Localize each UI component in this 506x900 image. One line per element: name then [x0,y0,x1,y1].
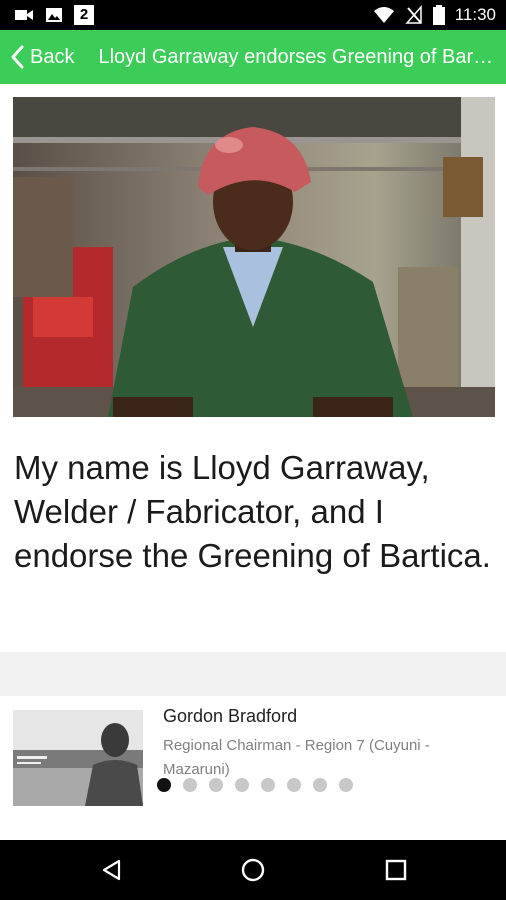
no-signal-icon [405,5,422,24]
back-button[interactable]: Back [0,30,98,84]
back-label: Back [30,45,75,68]
page-title: Lloyd Garraway endorses Greening of Bart… [98,45,505,68]
pagination-dot[interactable] [287,778,301,792]
status-right: 11:30 [373,5,496,25]
endorser-thumbnail[interactable] [13,710,143,806]
pagination-dot[interactable] [235,778,249,792]
recents-square-icon [385,859,407,881]
carousel-pagination [157,778,353,792]
section-divider [0,652,506,696]
endorsement-quote: My name is Lloyd Garraway, Welder / Fabr… [14,449,491,574]
pagination-dot[interactable] [339,778,353,792]
nav-recents-button[interactable] [376,850,416,890]
status-left: 2 [14,5,94,25]
pagination-dot[interactable] [313,778,327,792]
endorser-carousel[interactable]: Gordon Bradford Regional Chairman - Regi… [0,696,506,840]
hero-photo [13,97,495,417]
endorser-name: Gordon Bradford [163,706,298,726]
pagination-dot[interactable] [157,778,171,792]
endorser-photo [13,710,143,806]
battery-icon [432,5,445,25]
video-icon [15,10,33,20]
pagination-dot[interactable] [209,778,223,792]
back-triangle-icon [102,859,121,881]
image-icon [46,8,62,22]
endorser-role: Regional Chairman - Region 7 (Cuyuni - M… [163,737,430,778]
home-circle-icon [241,858,265,882]
status-bar: 2 11:30 [0,0,506,30]
nav-back-button[interactable] [92,850,132,890]
app-bar: Back Lloyd Garraway endorses Greening of… [0,30,506,84]
welder-portrait-image [13,97,495,417]
pagination-dot[interactable] [261,778,275,792]
system-nav-bar [0,840,506,900]
wifi-icon [373,7,394,23]
pagination-dot[interactable] [183,778,197,792]
nav-home-button[interactable] [233,850,273,890]
chevron-left-icon [11,45,24,69]
status-time: 11:30 [454,5,496,24]
notification-badge: 2 [74,5,94,25]
